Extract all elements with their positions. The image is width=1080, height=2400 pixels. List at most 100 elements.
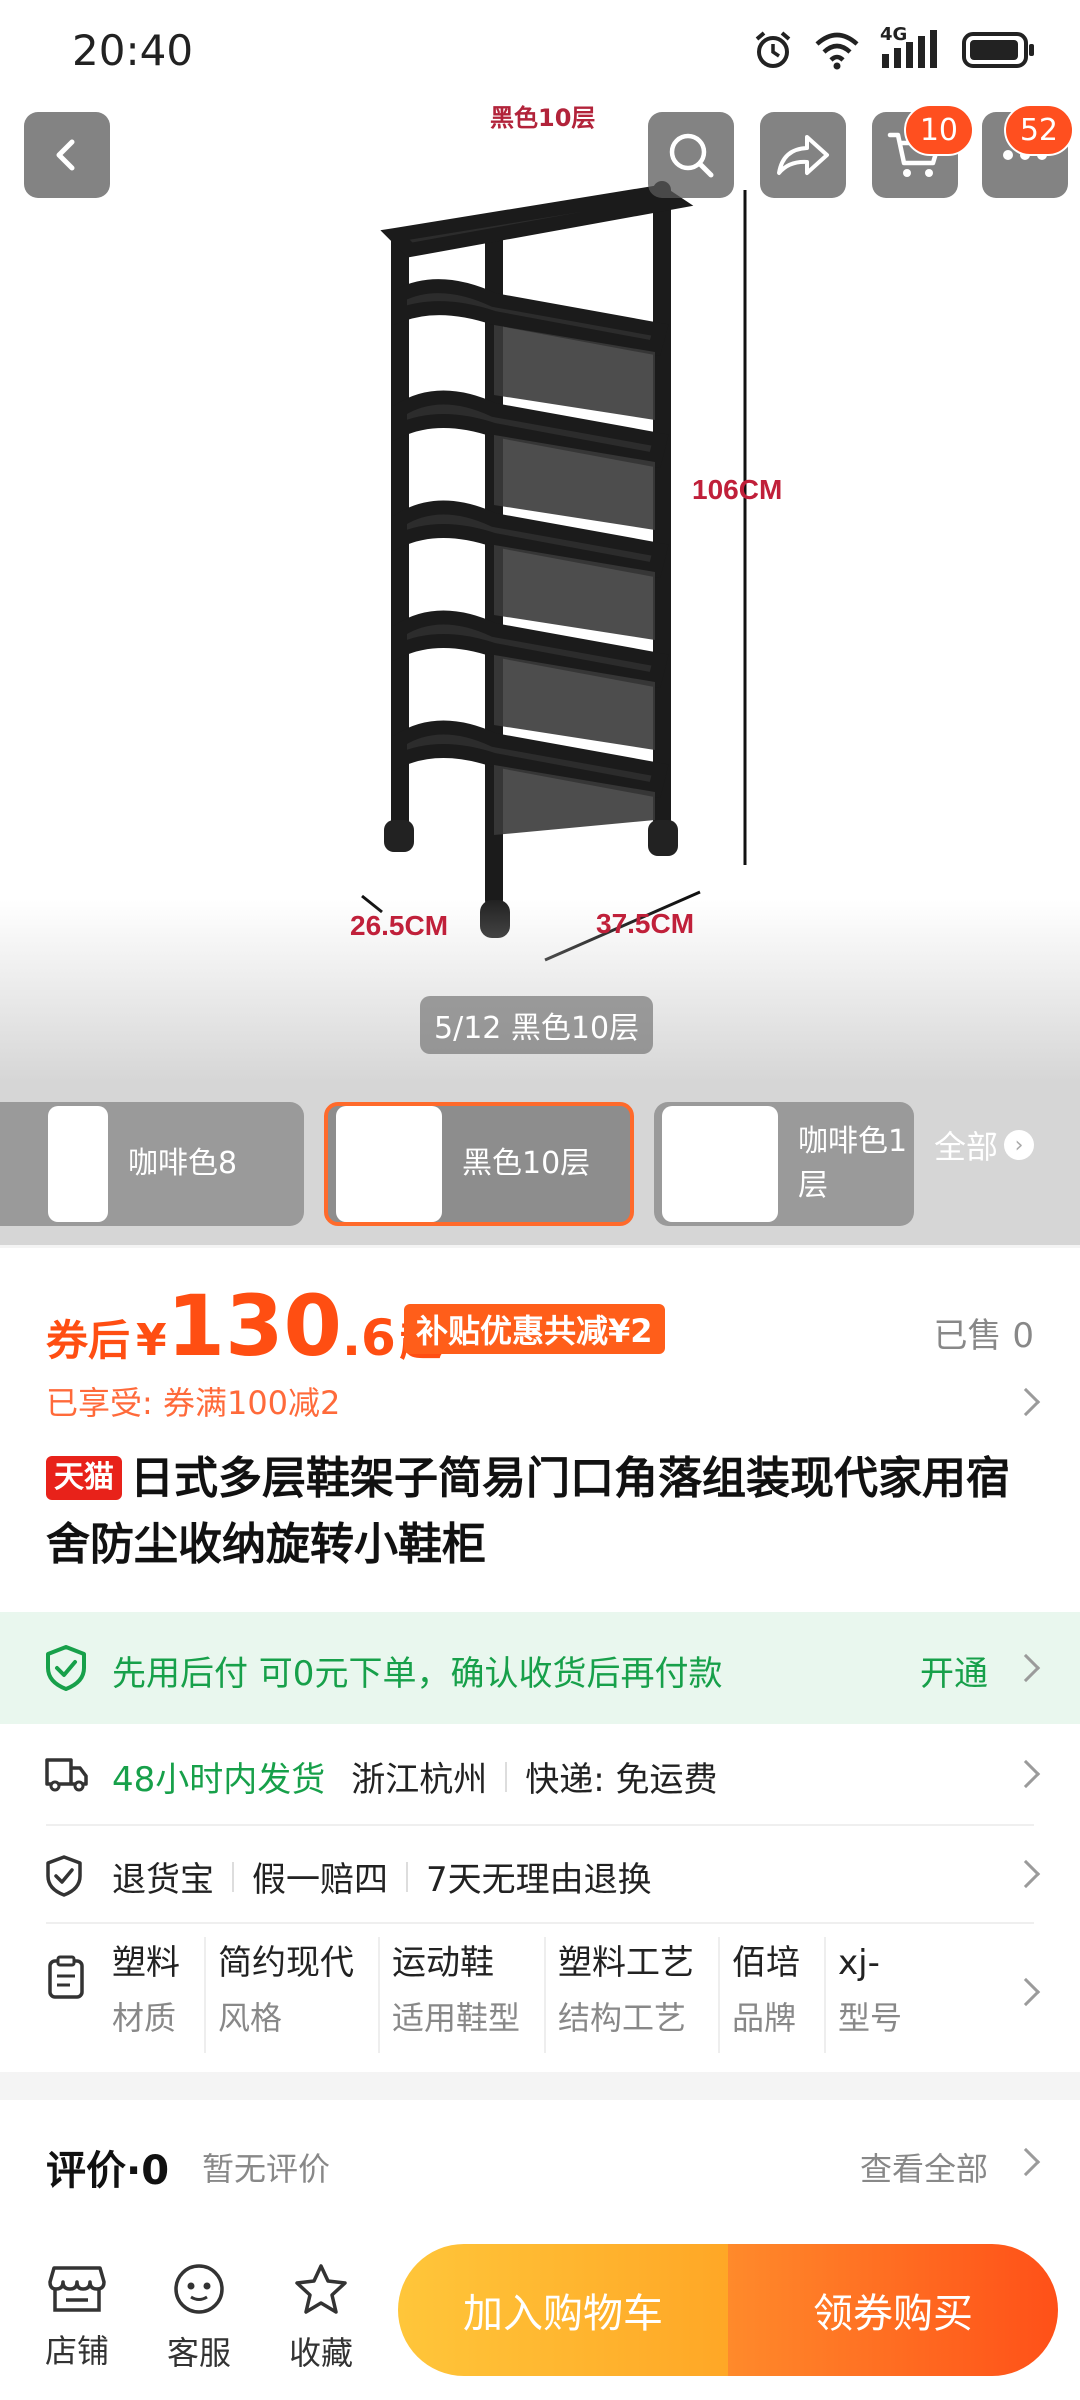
chevron-right-icon (1011, 2147, 1041, 2177)
shield-check-icon (46, 1645, 86, 1691)
shield-check-icon (46, 1855, 82, 1897)
attribute-item: 运动鞋 适用鞋型 (392, 1937, 547, 2053)
attribute-value: xj- (838, 1943, 880, 1983)
attribute-list: 塑料 材质 简约现代 风格 运动鞋 适用鞋型 塑料工艺 结构工艺 佰培 品牌 x… (112, 1937, 972, 2053)
customer-service-button[interactable]: 客服 (154, 2262, 244, 2374)
status-icons: 4G (752, 24, 1036, 76)
guarantee-returns: 退货宝 (112, 1860, 214, 1900)
review-empty-text: 暂无评价 (202, 2150, 331, 2188)
price-prefix: 券后 (46, 1316, 131, 1365)
review-title: 评价·0 (46, 2148, 170, 2194)
bottom-action-bar: 店铺 客服 收藏 加入购物车 领券购买 (0, 2220, 1080, 2400)
chevron-left-icon (56, 139, 75, 171)
sku-thumbnail (662, 1106, 778, 1222)
clipboard-icon (48, 1955, 84, 1999)
coupon-enjoyed[interactable]: 已享受: 券满100减2 (46, 1378, 340, 1424)
review-section[interactable]: 评价·0 暂无评价 查看全部 (0, 2100, 1080, 2220)
price: 券后 ¥ 130 .6 起 (46, 1284, 442, 1368)
sold-count: 已售 0 (933, 1316, 1034, 1356)
back-button[interactable] (24, 112, 110, 198)
attribute-key: 品牌 (732, 1999, 797, 2037)
product-title-text: 日式多层鞋架子简易门口角落组装现代家用宿舍防尘收纳旋转小鞋柜 (46, 1453, 1010, 1570)
divider (505, 1761, 508, 1792)
wifi-icon (815, 32, 859, 70)
dimension-depth: 26.5CM (350, 910, 449, 941)
attribute-value: 塑料工艺 (558, 1943, 695, 1983)
attribute-key: 型号 (838, 1999, 903, 2037)
shop-label: 店铺 (44, 2332, 109, 2370)
ship-express: 快递: 免运费 (525, 1760, 718, 1800)
attribute-item: 塑料 材质 (112, 1937, 206, 2053)
chevron-right-icon (1011, 1977, 1041, 2007)
chevron-right-icon[interactable] (1011, 1387, 1041, 1417)
sku-label: 咖啡色1 层 (798, 1124, 908, 1203)
search-icon (669, 133, 714, 178)
customer-service-label: 客服 (166, 2334, 231, 2372)
pay-after-text: 先用后付 可0元下单，确认收货后再付款 (112, 1654, 723, 1694)
sku-label: 咖啡色8 (128, 1146, 238, 1181)
shipping-row[interactable]: 48小时内发货 浙江杭州 快递: 免运费 (0, 1724, 1080, 1822)
attribute-value: 塑料 (112, 1943, 180, 1983)
guarantee-row[interactable]: 退货宝 假一赔四 7天无理由退换 (0, 1824, 1080, 1922)
price-decimal: .6 (341, 1309, 396, 1367)
guarantee-fake: 假一赔四 (252, 1860, 388, 1900)
cart-button[interactable]: 10 (872, 104, 974, 198)
attribute-key: 材质 (112, 1999, 177, 2037)
price-integer: 130 (166, 1277, 342, 1375)
image-counter: 5/12 黑色10层 (420, 996, 654, 1054)
status-bar: 20:40 4G (0, 0, 1080, 100)
attribute-item: 佰培 品牌 (732, 1937, 827, 2053)
favorite-button[interactable]: 收藏 (276, 2262, 366, 2374)
attribute-value: 简约现代 (218, 1943, 354, 1983)
favorite-label: 收藏 (288, 2334, 353, 2372)
sku-option[interactable]: 咖啡色1 层 (654, 1102, 914, 1226)
more-button[interactable]: 52 (982, 104, 1074, 198)
dimension-height: 106CM (692, 474, 783, 505)
coupon-buy-button[interactable]: 领券购买 (728, 2244, 1058, 2376)
product-title: 天猫 日式多层鞋架子简易门口角落组装现代家用宿舍防尘收纳旋转小鞋柜 (46, 1446, 1036, 1578)
status-time: 20:40 (72, 26, 194, 75)
attribute-key: 风格 (218, 1999, 283, 2037)
attribute-value: 佰培 (732, 1943, 801, 1983)
service-card: 先用后付 可0元下单，确认收货后再付款 开通 48小时内发货 浙江杭州 快递: … (0, 1612, 1080, 2072)
sku-all-label: 全部 (934, 1128, 999, 1166)
attribute-item: 简约现代 风格 (218, 1937, 380, 2053)
add-to-cart-button[interactable]: 加入购物车 (398, 2244, 728, 2376)
chevron-right-icon: › (1004, 1130, 1035, 1160)
pay-after-open-button[interactable]: 开通 (920, 1646, 988, 1695)
sku-option-selected[interactable]: 黑色10层 (324, 1102, 634, 1226)
battery-icon (962, 32, 1034, 68)
shop-button[interactable]: 店铺 (32, 2262, 122, 2372)
product-image-gallery[interactable]: 黑色10层 106CM 26.5CM 37.5CM 5/12 黑色10层 20:… (0, 0, 1080, 1080)
sku-all-link[interactable]: 全部 › (934, 1122, 1035, 1168)
subsidy-badge: 补贴优惠共减¥2 (404, 1304, 665, 1354)
attribute-item: 塑料工艺 结构工艺 (558, 1937, 721, 2053)
share-button[interactable] (760, 112, 846, 198)
chevron-right-icon (1011, 1859, 1041, 1889)
sku-thumbnail (48, 1106, 108, 1222)
chevron-right-icon (1011, 1759, 1041, 1789)
attribute-value: 运动鞋 (392, 1943, 494, 1983)
sku-option[interactable]: 咖啡色8 (0, 1102, 304, 1226)
review-see-all-link[interactable]: 查看全部 (860, 2144, 988, 2190)
tmall-badge: 天猫 (46, 1456, 122, 1500)
ship-location: 浙江杭州 (351, 1760, 488, 1800)
attribute-key: 适用鞋型 (392, 1999, 521, 2037)
sku-thumbnail (336, 1106, 442, 1222)
delivery-truck-icon (45, 1758, 88, 1792)
star-icon (295, 2264, 347, 2314)
sku-strip[interactable]: 咖啡色8 黑色10层 咖啡色1 层 (0, 1080, 1080, 1245)
customer-service-icon (174, 2264, 224, 2314)
divider (406, 1861, 408, 1892)
search-button[interactable] (648, 112, 734, 198)
guarantee-seven-day: 7天无理由退换 (426, 1860, 652, 1900)
dimension-width: 37.5CM (596, 908, 695, 939)
sku-label: 黑色10层 (462, 1146, 591, 1181)
pay-after-row[interactable]: 先用后付 可0元下单，确认收货后再付款 开通 (0, 1612, 1080, 1724)
alarm-icon (755, 31, 791, 68)
cellular-signal-icon: 4G (880, 24, 942, 72)
price-currency: ¥ (136, 1315, 167, 1366)
share-icon (777, 135, 829, 175)
image-caption: 黑色10层 (490, 104, 596, 132)
message-count-badge: 52 (1003, 104, 1074, 156)
